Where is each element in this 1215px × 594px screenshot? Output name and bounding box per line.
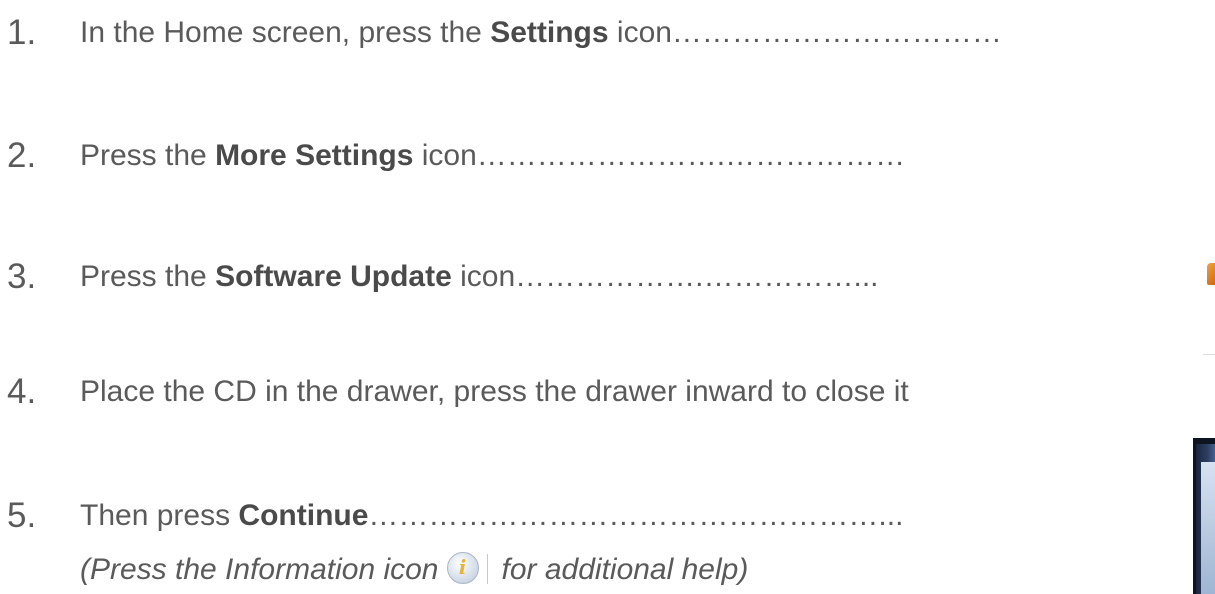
step-suffix: icon…………………………… [608, 16, 1002, 49]
step-text: In the Home screen, press the Settings i… [80, 15, 1002, 51]
step-suffix: ……………………………………………... [368, 499, 904, 532]
help-note-before: (Press the Information icon [80, 553, 439, 586]
step-text: Press the More Settings icon…………………….………… [80, 138, 905, 174]
step-text: Then press Continue……………………………………………... [80, 498, 903, 534]
software-update-icon-fragment [1207, 263, 1215, 285]
step-number: 3. [7, 257, 37, 296]
step-prefix: In the Home screen, press the [80, 16, 491, 49]
step-prefix: Place the CD in the drawer, press the dr… [80, 375, 909, 408]
step-prefix: Press the [80, 260, 216, 293]
step-keyword: Settings [490, 16, 609, 49]
step-keyword: Software Update [215, 260, 452, 293]
step-number: 5. [7, 496, 37, 535]
screen-image-fragment-inner [1201, 462, 1215, 594]
divider [1203, 354, 1215, 355]
divider [486, 554, 488, 584]
step-keyword: More Settings [215, 139, 414, 172]
step-number: 1. [7, 13, 37, 52]
step-keyword: Continue [238, 499, 369, 532]
step-text: Press the Software Update icon……………….………… [80, 259, 879, 295]
step-number: 4. [7, 372, 37, 411]
help-note-after: for additional help) [501, 553, 749, 586]
information-icon: i [446, 552, 479, 584]
step-suffix: icon…………………….……………… [413, 139, 906, 172]
step-text: Place the CD in the drawer, press the dr… [80, 374, 909, 410]
help-note: (Press the Information icon i for addition… [80, 552, 748, 588]
step-prefix: Then press [80, 499, 239, 532]
step-suffix: icon……………….……………... [451, 260, 879, 293]
step-number: 2. [7, 136, 37, 175]
step-prefix: Press the [80, 139, 216, 172]
